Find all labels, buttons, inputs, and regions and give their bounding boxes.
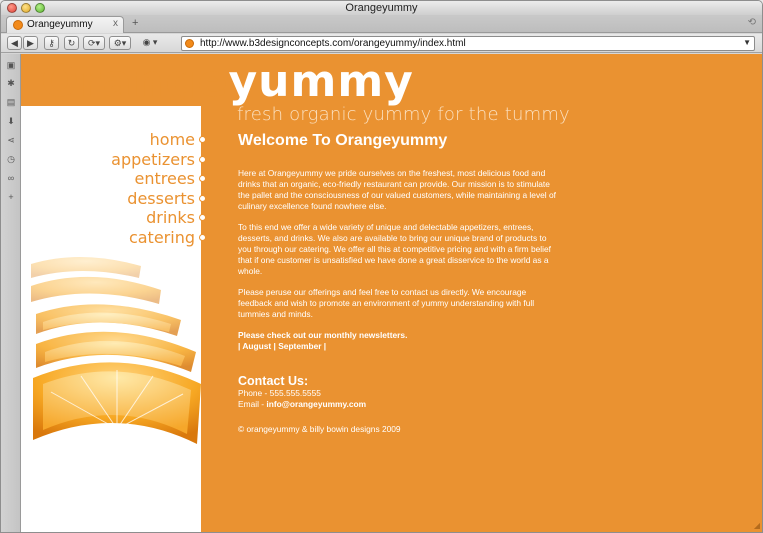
orange-slices-image bbox=[31, 256, 201, 444]
nav-bullet bbox=[199, 136, 206, 143]
page-title: Welcome To Orangeyummy bbox=[238, 132, 448, 149]
logo-part-yummy: yummy bbox=[228, 56, 414, 107]
logo-part-orange: Orange bbox=[41, 56, 229, 107]
offerings-paragraph: To this end we offer a wide variety of u… bbox=[238, 222, 551, 276]
tab-bar: Orangeyummy x + ⟲ bbox=[1, 15, 762, 33]
contact-heading: Contact Us: bbox=[238, 374, 309, 388]
newsletter-links[interactable]: | August | September | bbox=[238, 341, 558, 352]
extension-menu[interactable]: ◉ ▾ bbox=[135, 36, 165, 50]
bookmarks-icon[interactable]: ▣ bbox=[6, 60, 16, 70]
extension-icon: ◉ ▾ bbox=[142, 37, 158, 47]
browser-window: Orangeyummy Orangeyummy x + ⟲ ◀ ▶ ⚷ ↻ ⟳▾… bbox=[0, 0, 763, 533]
history-icon[interactable]: ◷ bbox=[6, 154, 16, 164]
nav-desserts[interactable]: desserts bbox=[31, 188, 206, 209]
tab-history-icon[interactable]: ⟲ bbox=[748, 17, 756, 28]
main-content: Welcome To Orangeyummy Here at Orangeyum… bbox=[238, 132, 558, 409]
links-icon[interactable]: ∞ bbox=[6, 173, 16, 183]
settings-icon[interactable]: ✱ bbox=[6, 78, 16, 88]
share-icon[interactable]: ⋖ bbox=[6, 135, 16, 145]
nav-label: entrees bbox=[134, 169, 195, 188]
nav-home[interactable]: home bbox=[31, 130, 206, 150]
new-tab-button[interactable]: + bbox=[132, 17, 138, 29]
intro-paragraph: Here at Orangeyummy we pride ourselves o… bbox=[238, 168, 556, 211]
tab-label: Orangeyummy bbox=[27, 19, 93, 30]
phone-line: Phone - 555.555.5555 bbox=[238, 388, 321, 398]
nav-label: desserts bbox=[127, 188, 195, 208]
favicon-icon bbox=[13, 20, 23, 30]
tab-close-icon[interactable]: x bbox=[113, 18, 118, 29]
site-favicon-icon bbox=[185, 39, 194, 48]
email-link[interactable]: info@orangeyummy.com bbox=[266, 399, 366, 409]
back-button[interactable]: ◀ bbox=[7, 36, 22, 50]
key-icon: ⚷ bbox=[48, 38, 55, 48]
downloads-icon[interactable]: ⬇ bbox=[6, 116, 16, 126]
share-menu-button[interactable]: ⚙▾ bbox=[109, 36, 131, 50]
nav-bullet bbox=[199, 175, 206, 182]
title-bar[interactable]: Orangeyummy bbox=[1, 1, 762, 15]
nav-drinks[interactable]: drinks bbox=[31, 208, 206, 228]
site-nav: home appetizers entrees desserts drinks … bbox=[31, 130, 206, 247]
notes-icon[interactable]: ▤ bbox=[6, 97, 16, 107]
nav-label: appetizers bbox=[111, 149, 195, 169]
window-title: Orangeyummy bbox=[345, 2, 418, 14]
reload-icon: ↻ bbox=[67, 38, 76, 48]
copyright-text: © orangeyummy & billy bowin designs 2009 bbox=[238, 424, 401, 434]
url-dropdown-icon[interactable]: ▼ bbox=[743, 38, 751, 47]
url-bar[interactable]: http://www.b3designconcepts.com/orangeyu… bbox=[181, 36, 755, 51]
nav-bullet bbox=[199, 155, 206, 163]
email-line: Email - info@orangeyummy.com bbox=[238, 399, 558, 410]
key-button[interactable]: ⚷ bbox=[44, 36, 59, 50]
nav-label: home bbox=[149, 130, 195, 149]
feedback-paragraph: Please peruse our offerings and feel fre… bbox=[238, 287, 535, 319]
email-label: Email - bbox=[238, 398, 267, 409]
nav-entrees[interactable]: entrees bbox=[31, 169, 206, 189]
forward-button[interactable]: ▶ bbox=[23, 36, 38, 50]
sync-icon: ⟳▾ bbox=[87, 38, 101, 48]
browser-sidebar: ▣ ✱ ▤ ⬇ ⋖ ◷ ∞ + bbox=[1, 54, 21, 532]
navigation-toolbar: ◀ ▶ ⚷ ↻ ⟳▾ ⚙▾ ◉ ▾ http://www.b3designcon… bbox=[1, 34, 762, 53]
site-tagline: fresh organic yummy for the tummy bbox=[237, 104, 570, 125]
nav-bullet bbox=[199, 214, 206, 221]
newsletter-text: Please check out our monthly newsletters… bbox=[238, 330, 408, 340]
page-viewport: Orangeyummy fresh organic yummy for the … bbox=[21, 54, 762, 532]
back-arrow-icon: ◀ bbox=[11, 38, 18, 48]
nav-label: drinks bbox=[146, 208, 195, 227]
site-logo[interactable]: Orangeyummy bbox=[41, 56, 414, 107]
resize-grip-icon[interactable]: ◢ bbox=[754, 521, 760, 530]
nav-appetizers[interactable]: appetizers bbox=[31, 149, 206, 170]
nav-bullet bbox=[199, 233, 206, 241]
url-text[interactable]: http://www.b3designconcepts.com/orangeyu… bbox=[200, 38, 466, 49]
sync-menu-button[interactable]: ⟳▾ bbox=[83, 36, 105, 50]
reload-button[interactable]: ↻ bbox=[64, 36, 79, 50]
add-panel-icon[interactable]: + bbox=[6, 192, 16, 202]
forward-arrow-icon: ▶ bbox=[27, 38, 34, 48]
tab-orangeyummy[interactable]: Orangeyummy x bbox=[6, 16, 124, 33]
share-icon: ⚙▾ bbox=[113, 38, 127, 48]
nav-bullet bbox=[199, 194, 206, 202]
